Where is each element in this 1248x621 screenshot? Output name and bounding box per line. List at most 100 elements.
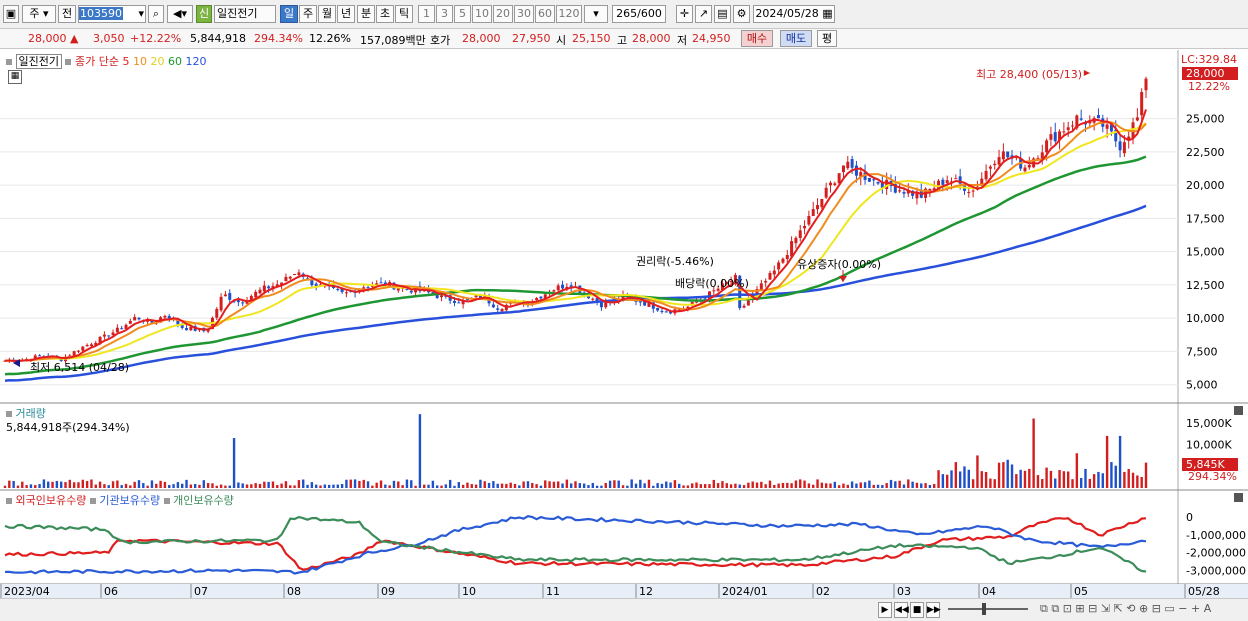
volume-bar [168, 484, 171, 488]
volume-bar [747, 482, 750, 488]
sell-button[interactable]: 매도 [780, 30, 812, 47]
period-year[interactable]: 년 [337, 5, 355, 23]
interval-5[interactable]: 5 [454, 5, 471, 23]
interval-10[interactable]: 10 [472, 5, 492, 23]
candle-body [798, 230, 802, 238]
close-pane-icon[interactable] [1234, 493, 1243, 502]
volume-bar [362, 479, 365, 488]
search-icon[interactable]: ⌕ [148, 5, 164, 23]
stop-icon[interactable]: ■ [910, 602, 924, 618]
average-button[interactable]: 평 [817, 30, 837, 47]
legend-ma60[interactable]: 60 [168, 55, 182, 68]
interval-120[interactable]: 120 [556, 5, 582, 23]
volume-bar [1036, 475, 1040, 488]
candle-body [816, 205, 820, 210]
prev-button[interactable]: 전 [58, 5, 76, 23]
legend-ma20[interactable]: 20 [150, 55, 164, 68]
period-day[interactable]: 일 [280, 5, 298, 23]
stock-code-input[interactable]: 103590 ▾ [78, 5, 146, 23]
menu-select[interactable]: 주 ▾ [22, 5, 56, 23]
stock-name-field[interactable]: 일진전기 [214, 5, 276, 23]
x-axis-tick: 09 [381, 585, 395, 598]
period-week[interactable]: 주 [299, 5, 317, 23]
draw-tool-icon[interactable]: ↗ [695, 5, 712, 23]
x-axis-band [0, 584, 1248, 598]
grid-icon[interactable]: ▦ [8, 70, 22, 84]
fast-forward-icon[interactable]: ▶▶ [926, 602, 941, 618]
interval-20[interactable]: 20 [493, 5, 513, 23]
period-minute[interactable]: 분 [357, 5, 375, 23]
volume-bar [1136, 475, 1139, 488]
period-month[interactable]: 월 [318, 5, 336, 23]
legend-institution[interactable]: 기관보유수량 [99, 494, 160, 507]
zoom-slider[interactable] [948, 608, 1028, 610]
legend-bullet-icon [6, 498, 12, 504]
volume-bar [522, 481, 525, 488]
volume-bar [336, 484, 339, 488]
volume-bar [38, 484, 41, 488]
legend-individual[interactable]: 개인보유수량 [173, 494, 234, 507]
candle-body [81, 346, 85, 351]
price-axis-tick: 17,500 [1186, 212, 1225, 225]
buy-button[interactable]: 매수 [741, 30, 773, 47]
volume-bar [453, 485, 456, 488]
window-icon[interactable]: ▣ [3, 5, 19, 23]
volume-bar [911, 481, 914, 488]
volume-bar [1028, 468, 1031, 488]
candle-body [1066, 127, 1070, 131]
chart-canvas[interactable]: 25,000 22,500 20,000 17,500 15,000 12,500 10,0… [0, 50, 1248, 598]
crosshair-icon[interactable]: ✛ [676, 5, 693, 23]
interval-3[interactable]: 3 [436, 5, 453, 23]
date-field[interactable]: 2024/05/28 ▦ [753, 5, 835, 23]
volume-bar [608, 480, 612, 488]
volume-bar [487, 482, 491, 488]
legend-foreign[interactable]: 외국인보유수량 [16, 494, 87, 507]
rewind-icon[interactable]: ◀◀ [894, 602, 909, 618]
period-second[interactable]: 초 [376, 5, 394, 23]
count-field[interactable]: 265/600 [612, 5, 666, 23]
interval-60[interactable]: 60 [535, 5, 555, 23]
high-price: 28,000 [632, 32, 671, 45]
volume-bar [137, 480, 141, 488]
volume-bar [163, 481, 167, 488]
zoom-slider-handle[interactable] [982, 603, 986, 615]
x-axis-tick: 08 [287, 585, 301, 598]
volume-bar [816, 479, 819, 488]
close-pane-icon[interactable] [1234, 406, 1243, 415]
period-tick[interactable]: 틱 [395, 5, 413, 23]
volume-bar [660, 483, 664, 488]
interval-30[interactable]: 30 [514, 5, 534, 23]
candle-body [215, 308, 219, 318]
candle-body [500, 309, 504, 312]
legend-ma5[interactable]: 5 [122, 55, 129, 68]
volume-bar [232, 438, 236, 488]
volume-bar [768, 480, 772, 488]
interval-1[interactable]: 1 [418, 5, 435, 23]
holdings-axis-tick: 0 [1186, 511, 1193, 524]
holdings-pane-legend: 외국인보유수량 기관보유수량 개인보유수량 [6, 492, 234, 508]
save-icon[interactable]: ▤ [714, 5, 731, 23]
volume-bar [224, 485, 227, 488]
legend-ma10[interactable]: 10 [133, 55, 147, 68]
volume-bar [379, 480, 383, 488]
volume-bar [211, 483, 214, 488]
scroll-right-icon[interactable]: ▶ [878, 602, 892, 618]
volume-bar [833, 481, 837, 488]
legend-stock-name[interactable]: 일진전기 [15, 54, 62, 69]
settings-icon[interactable]: ⚙ [733, 5, 750, 23]
speaker-icon[interactable]: ◀▾ [167, 5, 193, 23]
volume-bar [928, 485, 932, 488]
legend-ma120[interactable]: 120 [185, 55, 206, 68]
candle-body [703, 298, 707, 300]
volume-bar [1131, 472, 1135, 488]
volume-bar [699, 484, 703, 488]
volume-bar [107, 485, 110, 488]
chart-tools-icons[interactable]: ⧉ ⧉ ⊡ ⊞ ⊟ ⇲ ⇱ ⟲ ⊕ ⊟ ▭ − + A [1040, 602, 1211, 616]
volume-bar [492, 481, 495, 488]
candle-body [967, 191, 971, 193]
volume-bar [850, 481, 854, 488]
interval-dropdown[interactable]: ▾ [584, 5, 608, 23]
volume-bar [16, 485, 20, 488]
volume-bar [1015, 474, 1018, 488]
volume-bar [1054, 478, 1057, 488]
